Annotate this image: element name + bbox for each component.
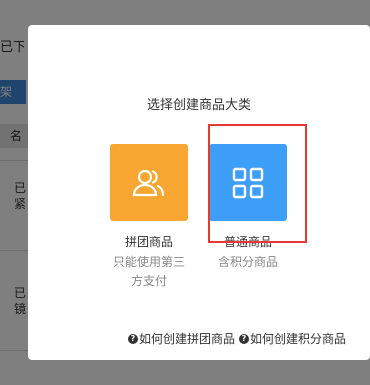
question-icon: ?: [127, 333, 138, 344]
help-link-points[interactable]: ? 如何创建积分商品: [238, 330, 346, 347]
question-icon: ?: [238, 333, 249, 344]
help-links: ? 如何创建拼团商品 ? 如何创建积分商品: [127, 330, 346, 347]
create-product-modal: 选择创建商品大类 拼团商品 只能使用第三方支付 普通商品 含积分商品 ? 如何创…: [28, 25, 370, 360]
users-icon[interactable]: [110, 144, 188, 221]
help-link-label: 如何创建积分商品: [249, 332, 346, 346]
option-name: 拼团商品: [124, 235, 173, 249]
help-link-group-buy[interactable]: ? 如何创建拼团商品: [127, 330, 235, 347]
option-desc: 含积分商品: [217, 255, 278, 269]
modal-title: 选择创建商品大类: [146, 98, 251, 113]
option-group-buy[interactable]: 拼团商品 只能使用第三方支付: [110, 144, 188, 291]
highlight-box: [208, 124, 307, 243]
option-desc: 只能使用第三方支付: [112, 255, 185, 288]
help-link-label: 如何创建拼团商品: [138, 332, 235, 346]
